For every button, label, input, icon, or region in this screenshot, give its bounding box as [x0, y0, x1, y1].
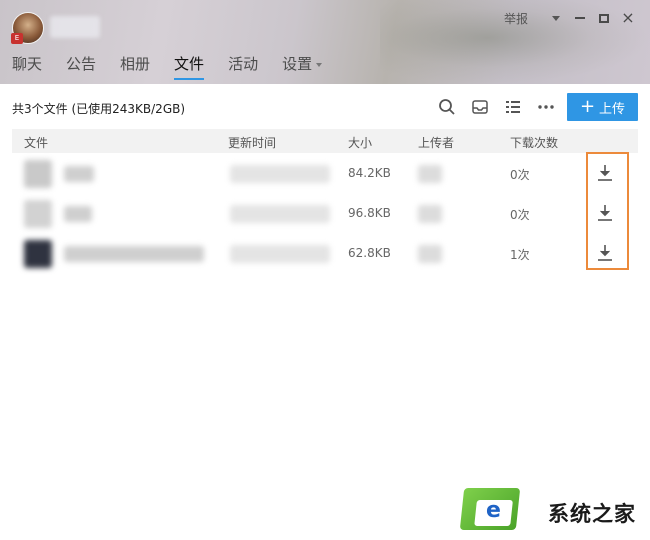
tab-bar: 聊天 公告 相册 文件 活动 设置 — [12, 50, 346, 80]
chevron-down-icon — [316, 62, 323, 67]
uploader-redacted — [418, 245, 442, 263]
table-header: 文件 更新时间 大小 上传者 下载次数 — [12, 129, 638, 153]
watermark-logo-letter: e — [486, 498, 501, 523]
watermark: e 系统之家 — [458, 484, 650, 540]
table-row[interactable]: 84.2KB 0次 — [12, 154, 638, 194]
update-time-redacted — [230, 205, 330, 223]
header-bar: E 举报 × 聊天 公告 相册 文件 活动 设置 — [0, 0, 650, 84]
file-summary: 共3个文件 (已使用243KB/2GB) — [12, 102, 186, 116]
minimize-icon[interactable] — [568, 8, 592, 28]
file-size: 96.8KB — [348, 206, 391, 220]
column-downloads[interactable]: 下载次数 — [510, 134, 558, 151]
menu-dropdown-icon[interactable] — [544, 8, 568, 28]
download-highlight-box — [586, 152, 629, 270]
column-updated-time[interactable]: 更新时间 — [228, 134, 276, 151]
file-name-redacted — [64, 206, 92, 222]
column-file[interactable]: 文件 — [24, 134, 48, 151]
report-link[interactable]: 举报 — [504, 10, 528, 27]
file-toolbar: 共3个文件 (已使用243KB/2GB) — [0, 84, 650, 128]
download-count: 0次 — [510, 168, 530, 182]
watermark-text: 系统之家 — [548, 502, 636, 526]
close-icon[interactable]: × — [616, 8, 640, 28]
tab-chat[interactable]: 聊天 — [12, 50, 42, 80]
update-time-redacted — [230, 245, 330, 263]
window-controls: 举报 × — [504, 8, 640, 28]
uploader-redacted — [418, 205, 442, 223]
upload-button[interactable]: + 上传 — [567, 93, 638, 121]
uploader-redacted — [418, 165, 442, 183]
column-uploader[interactable]: 上传者 — [418, 134, 454, 151]
download-count: 1次 — [510, 248, 530, 262]
column-size[interactable]: 大小 — [348, 134, 372, 151]
search-icon[interactable] — [438, 98, 456, 116]
inbox-icon[interactable] — [471, 98, 489, 116]
tab-album[interactable]: 相册 — [120, 50, 150, 80]
group-name-redacted — [50, 16, 100, 38]
tab-activity[interactable]: 活动 — [228, 50, 258, 80]
more-icon[interactable] — [537, 98, 555, 116]
download-count: 0次 — [510, 208, 530, 222]
avatar-badge: E — [11, 33, 23, 44]
list-view-icon[interactable] — [504, 98, 522, 116]
file-size: 84.2KB — [348, 166, 391, 180]
file-thumbnail — [24, 200, 52, 228]
file-thumbnail — [24, 160, 52, 188]
file-name-redacted — [64, 246, 204, 262]
file-thumbnail — [24, 240, 52, 268]
tab-files[interactable]: 文件 — [174, 50, 205, 80]
maximize-icon[interactable] — [592, 8, 616, 28]
file-size: 62.8KB — [348, 246, 391, 260]
tab-announcement[interactable]: 公告 — [66, 50, 96, 80]
plus-icon: + — [579, 96, 596, 117]
table-row[interactable]: 62.8KB 1次 — [12, 234, 638, 274]
tab-settings[interactable]: 设置 — [282, 50, 323, 80]
update-time-redacted — [230, 165, 330, 183]
table-row[interactable]: 96.8KB 0次 — [12, 194, 638, 234]
file-name-redacted — [64, 166, 94, 182]
